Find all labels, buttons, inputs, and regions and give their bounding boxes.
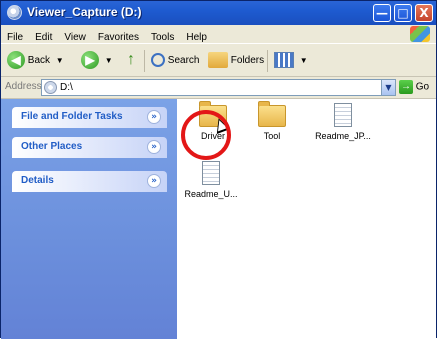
text-document-icon	[202, 161, 220, 185]
task-pane: File and Folder Tasks » Other Places » D…	[1, 99, 177, 339]
address-dropdown-icon[interactable]: ▼	[381, 80, 395, 95]
highlight-circle	[181, 110, 231, 160]
folders-label: Folders	[230, 55, 265, 66]
expand-chevron-icon[interactable]: »	[147, 140, 161, 154]
go-label: Go	[415, 81, 430, 93]
forward-button[interactable]: ▶ ▼	[81, 50, 113, 72]
explorer-window: Viewer_Capture (D:) — □ X File Edit View Fa…	[0, 0, 437, 339]
drive-icon	[7, 5, 22, 20]
file-item-readme-jp[interactable]: Readme_JP...	[311, 103, 375, 141]
search-button[interactable]: Search	[151, 50, 199, 72]
task-panel-details[interactable]: Details »	[12, 171, 167, 192]
minimize-button[interactable]: —	[373, 4, 391, 22]
menu-bar: File Edit View Favorites Tools Help	[1, 25, 436, 43]
back-arrow-icon: ◀	[7, 51, 25, 70]
search-label: Search	[167, 55, 200, 66]
back-dropdown-icon[interactable]: ▼	[56, 56, 64, 65]
text-document-icon	[334, 103, 352, 127]
forward-arrow-icon: ▶	[81, 51, 99, 70]
file-name: Tool	[263, 131, 281, 141]
address-value: D:\	[60, 82, 73, 93]
back-button[interactable]: ◀ Back ▼	[7, 50, 64, 72]
expand-chevron-icon[interactable]: »	[147, 174, 161, 188]
close-icon: X	[419, 6, 429, 20]
window-title: Viewer_Capture (D:)	[27, 5, 142, 19]
file-name: Readme_U...	[184, 189, 238, 199]
toolbar-separator	[144, 50, 145, 72]
address-label: Address	[5, 81, 42, 92]
maximize-button[interactable]: □	[394, 4, 412, 22]
minimize-icon: —	[376, 6, 388, 20]
drive-icon	[44, 81, 57, 94]
folders-icon	[208, 52, 228, 69]
folders-button[interactable]: Folders	[208, 50, 264, 72]
task-panel-other-places[interactable]: Other Places »	[12, 137, 167, 158]
address-bar: Address D:\ ▼ → Go	[1, 77, 436, 99]
windows-logo-icon	[410, 26, 430, 42]
views-button[interactable]: ▼	[274, 50, 308, 72]
file-list: Driver Tool Readme_JP... Readme_U...	[177, 99, 436, 339]
file-name: Readme_JP...	[315, 131, 371, 141]
task-panel-title: File and Folder Tasks	[21, 111, 123, 122]
task-panel-title: Details	[21, 175, 54, 186]
views-icon	[274, 52, 294, 69]
close-button[interactable]: X	[415, 4, 433, 22]
toolbar-separator	[267, 50, 268, 72]
forward-dropdown-icon[interactable]: ▼	[105, 56, 113, 65]
search-icon	[151, 53, 165, 68]
task-panel-file-folder[interactable]: File and Folder Tasks »	[12, 107, 167, 128]
file-item-tool[interactable]: Tool	[240, 101, 304, 141]
task-panel-title: Other Places	[21, 141, 83, 152]
back-label: Back	[27, 55, 51, 66]
go-button[interactable]: → Go	[399, 80, 429, 94]
title-bar[interactable]: Viewer_Capture (D:) — □ X	[1, 1, 436, 25]
address-input[interactable]: D:\ ▼	[41, 79, 396, 96]
toolbar: ◀ Back ▼ ▶ ▼ ↑ Search Folders ▼	[1, 43, 436, 77]
go-arrow-icon: →	[399, 80, 413, 94]
folder-icon	[258, 101, 286, 127]
views-dropdown-icon: ▼	[299, 56, 308, 65]
up-folder-icon: ↑	[127, 51, 135, 69]
file-item-readme-u[interactable]: Readme_U...	[179, 161, 243, 199]
maximize-icon: □	[397, 6, 409, 20]
expand-chevron-icon[interactable]: »	[147, 110, 161, 124]
up-folder-button[interactable]: ↑	[122, 50, 140, 72]
